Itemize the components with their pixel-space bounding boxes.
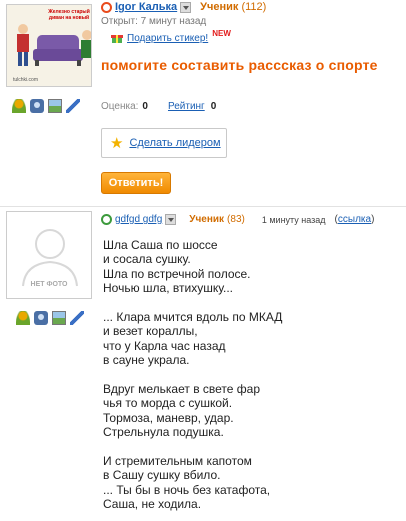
gift-icon xyxy=(111,35,123,43)
answer-line: и везет кораллы, xyxy=(103,324,198,339)
pen-icon[interactable] xyxy=(70,311,84,325)
question-author-name[interactable]: Igor Калька xyxy=(115,1,177,13)
answer-line: Тормоза, маневр, удар. xyxy=(103,410,234,425)
answer-line: Саша, не ходила. xyxy=(103,497,202,512)
question-opened-time: Открыт: 7 минут назад xyxy=(101,16,207,27)
answer-line: и сосала сушку. xyxy=(103,252,191,267)
rating-row: Оценка: 0 Рейтинг 0 xyxy=(101,101,216,112)
avatar-site-label: tulchki.com xyxy=(13,77,39,83)
answer-author-rank: Ученик xyxy=(189,214,225,225)
question-author-rank: Ученик xyxy=(200,1,239,13)
author-tools xyxy=(12,99,80,113)
at-icon xyxy=(101,214,112,225)
answer-permalink[interactable]: ссылка xyxy=(338,214,371,225)
answer-line: Стрельнула подушка. xyxy=(103,425,224,440)
answer-line: в Сашу сушку вбило. xyxy=(103,468,221,483)
divider xyxy=(0,206,406,207)
answer-line: Ночью шла, втихушку... xyxy=(103,281,234,296)
dropdown-icon[interactable] xyxy=(180,1,192,13)
answer-author-avatar[interactable]: НЕТ ФОТО xyxy=(6,211,92,299)
no-photo-label: НЕТ ФОТО xyxy=(30,281,68,288)
at-icon xyxy=(101,1,112,13)
answer-link-wrap: (ссылка) xyxy=(334,214,375,225)
make-leader-label: Сделать лидером xyxy=(129,137,221,149)
answer-line: Вдруг мелькает в свете фар xyxy=(103,381,261,396)
answer-author-tools xyxy=(16,311,84,325)
answer-author-line: gdfgd gdfg Ученик (83) 1 минуту назад (с… xyxy=(101,214,404,225)
camera-icon[interactable] xyxy=(34,311,48,325)
answer-line: ... Клара мчится вдоль по МКАД xyxy=(103,309,283,324)
answer-line: чья то морда с сушкой. xyxy=(103,396,233,411)
answer-time: 1 минуту назад xyxy=(261,214,326,225)
answer-author-points: (83) xyxy=(227,214,245,225)
answer-line xyxy=(103,439,403,453)
gift-sticker-row: Подарить стикер! NEW xyxy=(111,28,231,44)
answer-author-name[interactable]: gdfgd gdfg xyxy=(115,214,162,225)
answer-line: Шла по встречной полосе. xyxy=(103,266,251,281)
answer-line xyxy=(103,296,403,310)
photo-icon[interactable] xyxy=(52,311,66,325)
user-icon[interactable] xyxy=(12,99,26,113)
answer-line: И стремительным капотом xyxy=(103,453,252,468)
user-icon[interactable] xyxy=(16,311,30,325)
new-badge: NEW xyxy=(212,28,231,38)
star-icon: ★ xyxy=(110,134,124,152)
make-leader-button[interactable]: ★ Сделать лидером xyxy=(101,128,227,158)
question-title: помогите составить расссказ о спорте xyxy=(101,57,378,73)
answer-button[interactable]: Ответить! xyxy=(101,172,171,194)
score-value: 0 xyxy=(210,101,217,112)
question-author-avatar[interactable]: Железно старый диван на новый tulchki.co… xyxy=(6,4,92,87)
photo-icon[interactable] xyxy=(48,99,62,113)
dropdown-icon[interactable] xyxy=(165,214,177,225)
answer-line: Шла Саша по шоссе xyxy=(103,238,218,252)
camera-icon[interactable] xyxy=(30,99,44,113)
answer-line: что у Карла час назад xyxy=(103,338,226,353)
pen-icon[interactable] xyxy=(66,99,80,113)
answer-line: в сауне украла. xyxy=(103,353,190,368)
rating-label: Оценка: xyxy=(101,101,139,112)
question-author-line: Igor Калька Ученик (112) xyxy=(101,1,266,13)
answer-text: Шла Саша по шоссе и сосала сушку. Шла по… xyxy=(103,238,403,511)
gift-sticker-link[interactable]: Подарить стикер! xyxy=(127,33,208,44)
question-author-points: (112) xyxy=(241,1,267,13)
score-link[interactable]: Рейтинг xyxy=(168,101,205,112)
answer-line xyxy=(103,368,403,382)
rating-value: 0 xyxy=(142,101,148,112)
answer-line: ... Ты бы в ночь без катафота, xyxy=(103,482,271,497)
avatar-caption: диван на новый xyxy=(48,15,90,21)
